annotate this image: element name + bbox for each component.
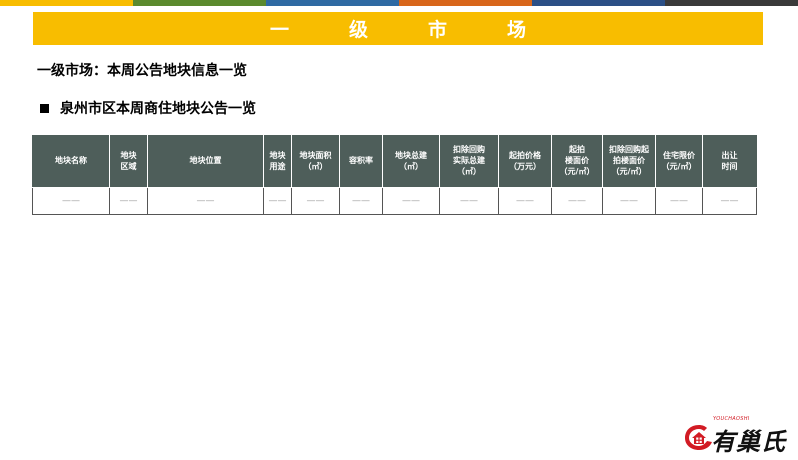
banner-title: 一级市场 <box>269 19 586 41</box>
stripe-6 <box>665 0 798 6</box>
table-cell: —— <box>382 187 440 215</box>
column-header: 扣除回购 实际总建 （㎡） <box>439 135 499 188</box>
title-banner: 一级市场 <box>33 12 763 45</box>
land-notice-table: 地块名称 地块 区域 地块位置 地块 用途 地块面积 （㎡） 容积率 地块总建 （㎡） 扣除回… <box>32 135 757 215</box>
stripe-3 <box>266 0 399 6</box>
section-heading: 泉州市区本周商住地块公告一览 <box>40 98 256 118</box>
table-cell: —— <box>109 187 148 215</box>
column-header: 容积率 <box>339 135 383 188</box>
column-header: 扣除回购起 拍楼面价 （元/㎡） <box>602 135 656 188</box>
stripe-4 <box>399 0 532 6</box>
table-cell: —— <box>339 187 383 215</box>
column-header: 出让 时间 <box>702 135 757 188</box>
table-cell: —— <box>702 187 757 215</box>
column-header: 地块位置 <box>147 135 264 188</box>
table-cell: —— <box>439 187 499 215</box>
square-bullet-icon <box>40 103 49 113</box>
column-header: 住宅限价 （元/㎡） <box>655 135 703 188</box>
table-cell: —— <box>551 187 603 215</box>
table-header-row: 地块名称 地块 区域 地块位置 地块 用途 地块面积 （㎡） 容积率 地块总建 （㎡） 扣除回… <box>32 135 757 188</box>
top-color-stripes <box>0 0 798 6</box>
table-cell: —— <box>291 187 340 215</box>
column-header: 地块 区域 <box>109 135 148 188</box>
table-body: —— —— —— —— —— —— —— —— —— —— —— —— —— <box>32 187 757 215</box>
stripe-5 <box>532 0 665 6</box>
table-cell: —— <box>602 187 656 215</box>
table-cell: —— <box>32 187 110 215</box>
column-header: 地块 用途 <box>263 135 292 188</box>
column-header: 地块总建 （㎡） <box>382 135 440 188</box>
table-cell: —— <box>147 187 264 215</box>
brand-logo: YOUCHAOSHI 有巢氏 <box>683 408 793 456</box>
table-cell: —— <box>263 187 292 215</box>
column-header: 地块名称 <box>32 135 110 188</box>
logo-brand-text: 有巢氏 <box>711 428 786 456</box>
stripe-1 <box>0 0 133 6</box>
table-cell: —— <box>498 187 552 215</box>
stripe-2 <box>133 0 266 6</box>
column-header: 地块面积 （㎡） <box>291 135 340 188</box>
page-subtitle: 一级市场：本周公告地块信息一览 <box>37 63 247 79</box>
table-row: —— —— —— —— —— —— —— —— —— —— —— —— —— <box>32 187 757 215</box>
section-heading-text: 泉州市区本周商住地块公告一览 <box>60 101 256 117</box>
column-header: 起拍 楼面价 （元/㎡） <box>551 135 603 188</box>
table-cell: —— <box>655 187 703 215</box>
column-header: 起拍价格 （万元） <box>498 135 552 188</box>
